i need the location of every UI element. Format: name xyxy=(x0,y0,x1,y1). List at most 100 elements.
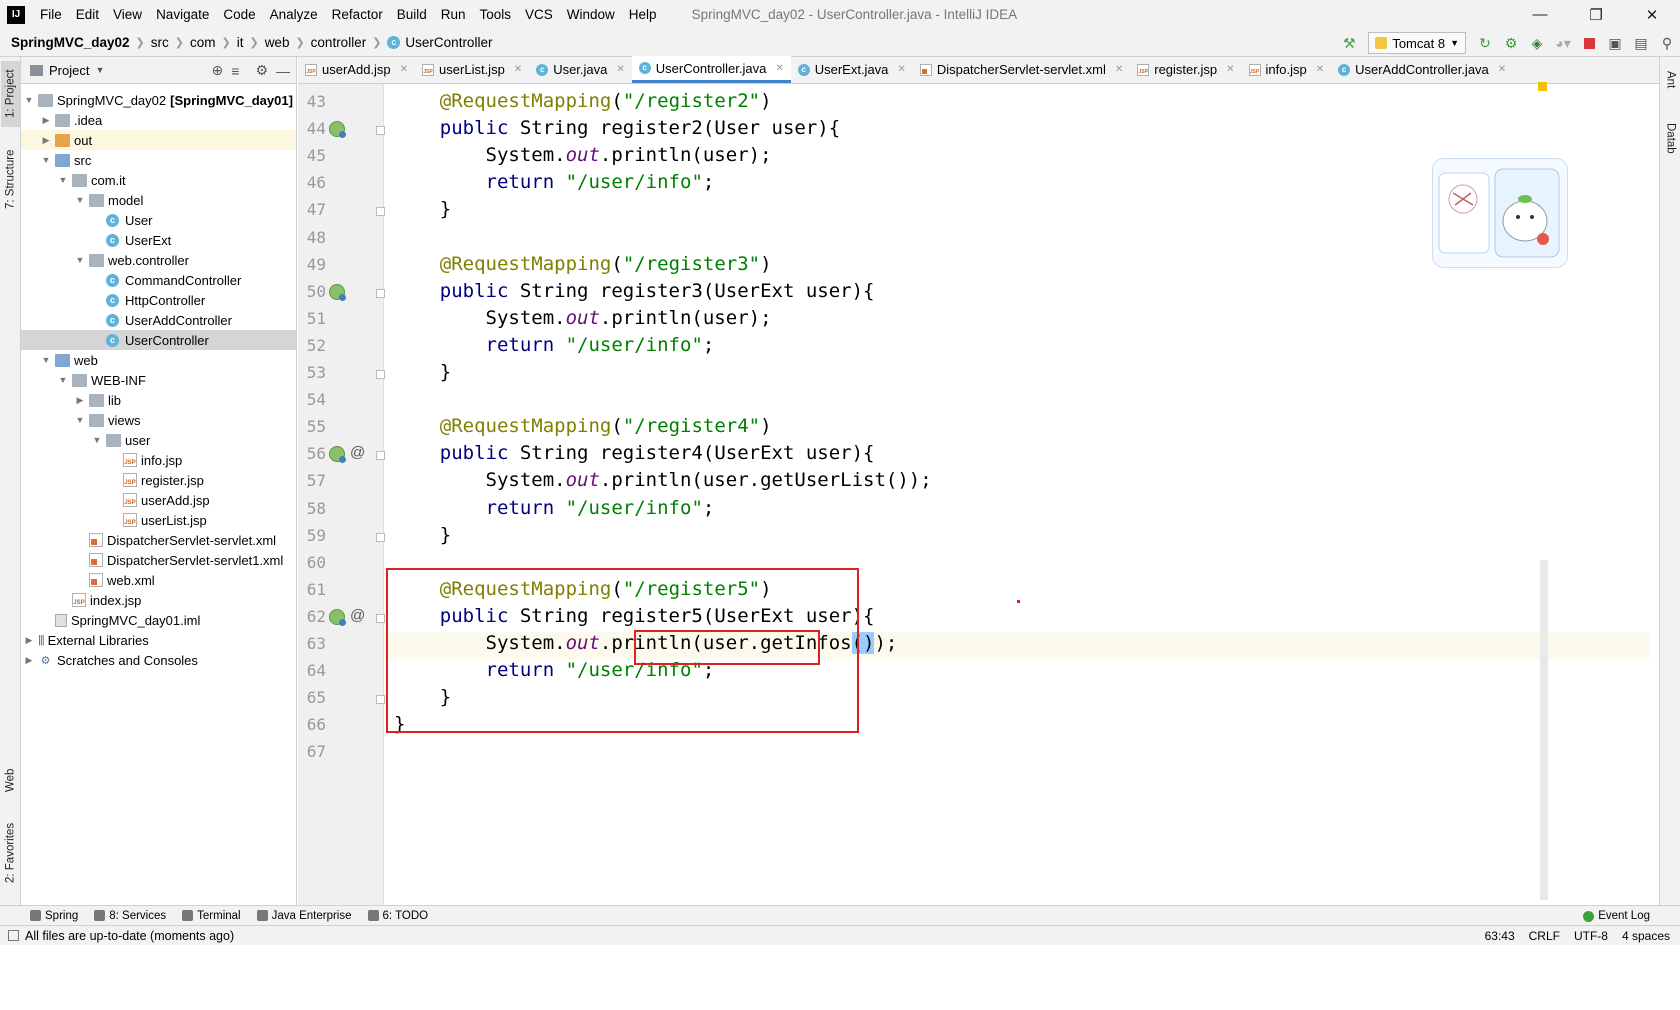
editor-tab[interactable]: JSP userAdd.jsp ✕ xyxy=(298,56,415,83)
code-line[interactable]: System.out.println(user); xyxy=(394,144,772,166)
locate-icon[interactable]: ⊕ xyxy=(212,62,224,79)
hide-icon[interactable]: — xyxy=(276,63,290,79)
expanded-arrow-icon[interactable]: ▼ xyxy=(74,255,86,265)
collapsed-arrow-icon[interactable]: ▶ xyxy=(74,395,86,406)
debug-icon[interactable]: ⚙ xyxy=(1499,32,1523,54)
menu-help[interactable]: Help xyxy=(622,0,664,29)
menu-code[interactable]: Code xyxy=(216,0,262,29)
collapsed-arrow-icon[interactable]: ▶ xyxy=(23,635,35,646)
run-coverage-icon[interactable]: ◈ xyxy=(1525,32,1549,54)
expanded-arrow-icon[interactable]: ▼ xyxy=(40,155,52,165)
tool-window-button[interactable]: Spring xyxy=(22,906,86,926)
tool-window-button[interactable]: Terminal xyxy=(174,906,248,926)
tree-item[interactable]: c HttpController xyxy=(21,290,296,310)
code-line[interactable]: return "/user/info"; xyxy=(394,171,715,193)
breadcrumb-item[interactable]: src ❯ xyxy=(151,35,190,50)
search-everywhere-icon[interactable]: ⚲ xyxy=(1655,32,1679,54)
spring-bean-icon[interactable] xyxy=(329,446,346,464)
menu-navigate[interactable]: Navigate xyxy=(149,0,216,29)
code-line[interactable]: @RequestMapping("/register4") xyxy=(394,415,772,437)
editor-tab[interactable]: c UserExt.java ✕ xyxy=(791,56,913,83)
close-icon[interactable]: ✕ xyxy=(616,64,624,75)
code-line[interactable]: System.out.println(user.getUserList()); xyxy=(394,469,932,491)
tree-item[interactable]: ▶ lib xyxy=(21,390,296,410)
breadcrumb-item[interactable]: web ❯ xyxy=(265,35,311,50)
editor-tab[interactable]: DispatcherServlet-servlet.xml ✕ xyxy=(913,56,1130,83)
tree-item[interactable]: ▶ ⚙ Scratches and Consoles xyxy=(21,650,296,670)
tree-item[interactable]: c User xyxy=(21,210,296,230)
tree-item[interactable]: DispatcherServlet-servlet.xml xyxy=(21,530,296,550)
menu-refactor[interactable]: Refactor xyxy=(325,0,390,29)
editor-tab[interactable]: c User.java ✕ xyxy=(529,56,632,83)
breadcrumb-item[interactable]: c UserController xyxy=(387,35,492,50)
rerun-icon[interactable]: ↻ xyxy=(1473,32,1497,54)
expanded-arrow-icon[interactable]: ▼ xyxy=(23,95,35,105)
editor-tab[interactable]: JSP info.jsp ✕ xyxy=(1242,56,1332,83)
tree-item[interactable]: ▼ web xyxy=(21,350,296,370)
collapsed-arrow-icon[interactable]: ▶ xyxy=(40,135,52,146)
code-line[interactable]: } xyxy=(394,361,451,383)
status-toggle-icon[interactable] xyxy=(8,930,19,941)
line-separator[interactable]: CRLF xyxy=(1529,929,1560,943)
editor-gutter[interactable]: 43 44 45 46 47 48 49 50 51 52 53 54 55 56 @57 58 59 60 61 6… xyxy=(298,84,385,963)
caret-position[interactable]: 63:43 xyxy=(1485,929,1515,943)
close-icon[interactable]: ✕ xyxy=(1115,64,1123,75)
status-message[interactable]: All files are up-to-date (moments ago) xyxy=(25,929,234,943)
warning-stripe-marker[interactable] xyxy=(1538,82,1547,91)
tree-item[interactable]: ▼ SpringMVC_day02 [SpringMVC_day01] xyxy=(21,90,296,110)
tree-item[interactable]: ▼ src xyxy=(21,150,296,170)
expanded-arrow-icon[interactable]: ▼ xyxy=(57,175,69,185)
close-icon[interactable]: ✕ xyxy=(400,64,408,75)
close-icon[interactable]: ✕ xyxy=(897,64,905,75)
file-encoding[interactable]: UTF-8 xyxy=(1574,929,1608,943)
tree-item[interactable]: web.xml xyxy=(21,570,296,590)
tree-item[interactable]: c UserAddController xyxy=(21,310,296,330)
tree-item[interactable]: ▶ out xyxy=(21,130,296,150)
collapsed-arrow-icon[interactable]: ▶ xyxy=(40,115,52,126)
tree-item[interactable]: c UserExt xyxy=(21,230,296,250)
project-structure-icon[interactable]: ▣ xyxy=(1603,32,1627,54)
vertical-scrollbar[interactable] xyxy=(1540,560,1548,900)
menu-tools[interactable]: Tools xyxy=(473,0,519,29)
tool-window-button[interactable]: 6: TODO xyxy=(360,906,437,926)
code-line[interactable]: return "/user/info"; xyxy=(394,497,715,519)
close-icon[interactable]: ✕ xyxy=(514,64,522,75)
menu-analyze[interactable]: Analyze xyxy=(263,0,325,29)
code-line[interactable]: public String register4(UserExt user){ xyxy=(394,442,875,464)
profile-icon[interactable]: ◕▾ xyxy=(1551,32,1575,54)
breadcrumb-item[interactable]: it ❯ xyxy=(237,35,265,50)
chevron-down-icon[interactable]: ▼ xyxy=(95,65,104,75)
tree-item[interactable]: ▼ web.controller xyxy=(21,250,296,270)
code-line[interactable]: } xyxy=(394,524,451,546)
minimize-button[interactable]: — xyxy=(1512,0,1568,29)
expanded-arrow-icon[interactable]: ▼ xyxy=(57,375,69,385)
close-icon[interactable]: ✕ xyxy=(1498,64,1506,75)
editor-tab[interactable]: JSP userList.jsp ✕ xyxy=(415,56,529,83)
menu-build[interactable]: Build xyxy=(390,0,434,29)
editor-tab[interactable]: c UserAddController.java ✕ xyxy=(1331,56,1513,83)
breadcrumb-item[interactable]: controller ❯ xyxy=(311,35,388,50)
menu-run[interactable]: Run xyxy=(434,0,473,29)
code-line[interactable]: } xyxy=(394,198,451,220)
tree-item[interactable]: DispatcherServlet-servlet1.xml xyxy=(21,550,296,570)
tree-item[interactable]: ▶ ||| External Libraries xyxy=(21,630,296,650)
tree-item[interactable]: ▶ .idea xyxy=(21,110,296,130)
code-line[interactable]: public String register2(User user){ xyxy=(394,117,840,139)
indent-setting[interactable]: 4 spaces xyxy=(1622,929,1670,943)
structure-tool-tab[interactable]: 7: Structure xyxy=(1,141,20,217)
layout-icon[interactable]: ▤ xyxy=(1629,32,1653,54)
menu-view[interactable]: View xyxy=(106,0,149,29)
restore-button[interactable]: ❐ xyxy=(1568,0,1624,29)
code-line[interactable]: @RequestMapping("/register3") xyxy=(394,253,772,275)
expanded-arrow-icon[interactable]: ▼ xyxy=(74,195,86,205)
tool-window-button[interactable]: Java Enterprise xyxy=(249,906,360,926)
close-window-button[interactable]: ✕ xyxy=(1624,0,1680,29)
code-line[interactable]: System.out.println(user); xyxy=(394,307,772,329)
tree-item[interactable]: ▼ model xyxy=(21,190,296,210)
expanded-arrow-icon[interactable]: ▼ xyxy=(91,435,103,445)
menu-edit[interactable]: Edit xyxy=(69,0,106,29)
tree-item[interactable]: JSP info.jsp xyxy=(21,450,296,470)
web-tool-tab[interactable]: Web xyxy=(1,757,20,803)
ant-tool-tab[interactable]: Ant xyxy=(1661,63,1680,97)
close-icon[interactable]: ✕ xyxy=(775,63,783,74)
